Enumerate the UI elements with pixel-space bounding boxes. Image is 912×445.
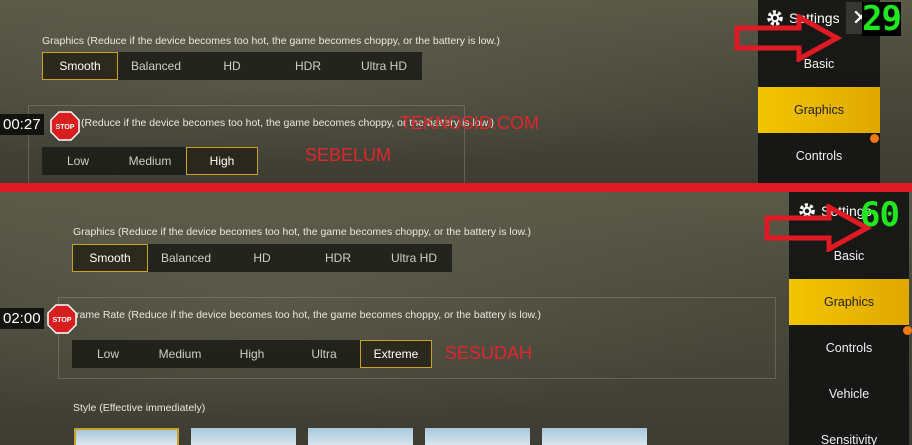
graphics-option-hd[interactable]: HD [224,244,300,272]
framerate-option-ultra[interactable]: Ultra [288,340,360,368]
framerate-option-low[interactable]: Low [72,340,144,368]
framerate-option-extreme[interactable]: Extreme [360,340,432,368]
caption-sebelum: SEBELUM [305,145,392,165]
framerate-options: Low Medium High Ultra Extreme [72,340,432,368]
style-thumbnail[interactable] [74,428,179,445]
graphics-option-hdr[interactable]: HDR [300,244,376,272]
notification-dot [903,326,912,335]
graphics-option-balanced[interactable]: Balanced [118,52,194,80]
framerate-option-medium[interactable]: Medium [114,147,186,175]
graphics-option-balanced[interactable]: Balanced [148,244,224,272]
style-label: Style (Effective immediately) [73,402,206,414]
framerate-label: rame Rate (Reduce if the device becomes … [76,309,541,321]
framerate-option-high[interactable]: High [186,147,258,175]
graphics-option-hdr[interactable]: HDR [270,52,346,80]
top-panel: Graphics (Reduce if the device becomes t… [0,0,912,183]
watermark: TEKNOSID.COM [400,113,540,133]
framerate-option-high[interactable]: High [216,340,288,368]
style-thumbnail[interactable] [542,428,647,445]
graphics-option-smooth[interactable]: Smooth [42,52,118,80]
style-thumbnail[interactable] [191,428,296,445]
stop-sign-icon[interactable]: STOP [50,111,80,141]
sidebar-item-vehicle[interactable]: Vehicle [789,371,909,417]
graphics-label: Graphics (Reduce if the device becomes t… [73,226,531,238]
graphics-option-ultra-hd[interactable]: Ultra HD [346,52,422,80]
stop-label: STOP [53,317,72,324]
sidebar-item-graphics[interactable]: Graphics [789,279,909,325]
notification-dot [870,134,879,143]
style-thumbnail[interactable] [425,428,530,445]
recording-timer: 02:00 [0,308,44,329]
split-divider [0,183,912,192]
caption-sesudah: SESUDAH [445,343,533,363]
recording-timer: 00:27 [0,114,44,135]
sidebar-item-sensitivity[interactable]: Sensitivity [789,417,909,445]
stop-label: STOP [56,124,75,131]
style-thumbnail[interactable] [308,428,413,445]
arrow-right-icon [734,14,843,62]
graphics-option-ultra-hd[interactable]: Ultra HD [376,244,452,272]
arrow-right-icon [764,204,873,252]
sidebar-item-graphics[interactable]: Graphics [758,87,880,133]
sidebar-item-controls[interactable]: Controls [789,325,909,371]
graphics-label: Graphics (Reduce if the device becomes t… [42,35,500,47]
framerate-option-medium[interactable]: Medium [144,340,216,368]
sidebar-item-controls[interactable]: Controls [758,133,880,179]
framerate-option-low[interactable]: Low [42,147,114,175]
graphics-option-hd[interactable]: HD [194,52,270,80]
framerate-options: Low Medium High [42,147,258,175]
fps-counter: 29 [862,0,902,39]
graphics-options: Smooth Balanced HD HDR Ultra HD [42,52,422,80]
bottom-panel: Graphics (Reduce if the device becomes t… [0,192,912,445]
graphics-option-smooth[interactable]: Smooth [72,244,148,272]
graphics-options: Smooth Balanced HD HDR Ultra HD [72,244,452,272]
stop-sign-icon[interactable]: STOP [47,304,77,334]
